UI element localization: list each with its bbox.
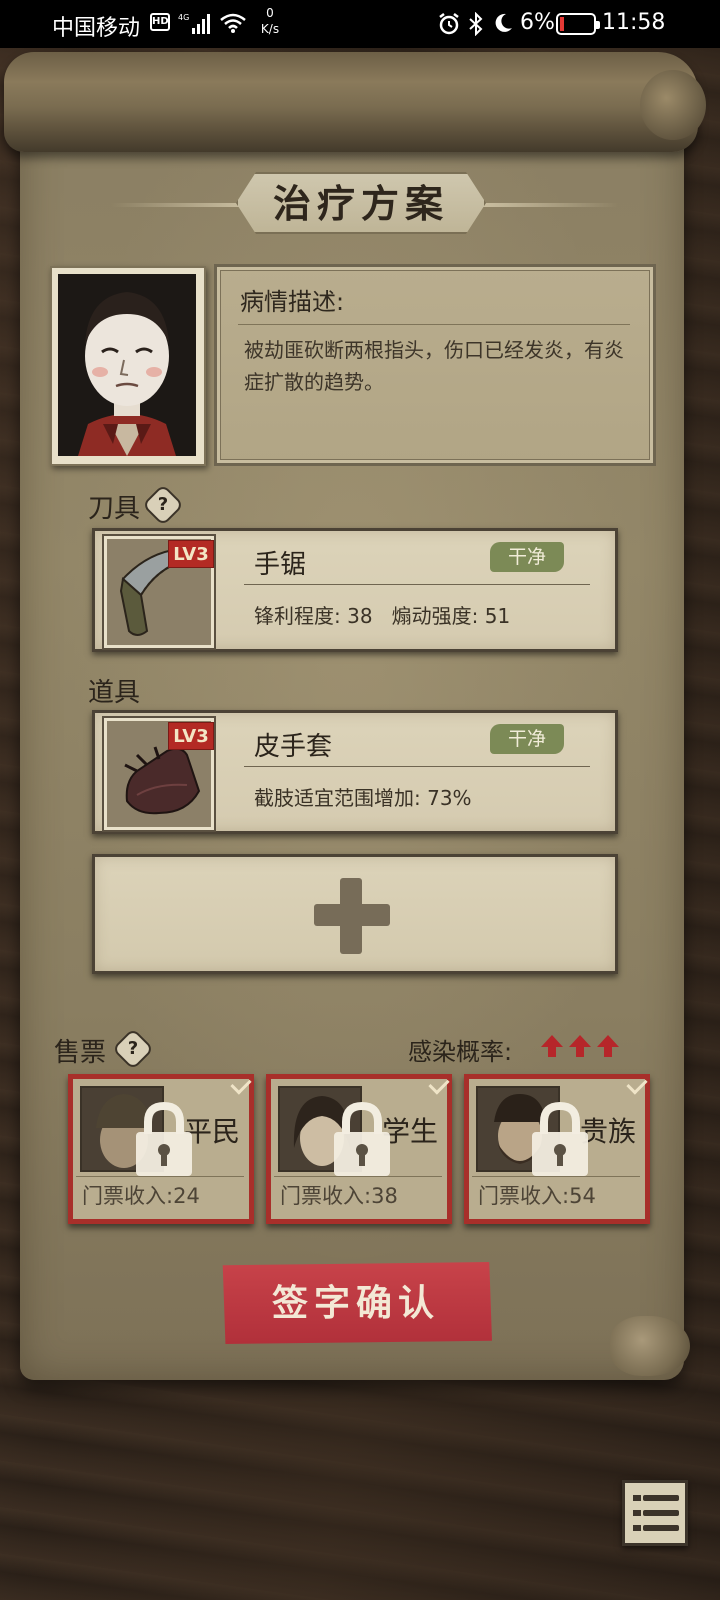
income-value: 24 bbox=[173, 1184, 200, 1208]
agitation-value: 51 bbox=[484, 604, 511, 628]
amputation-range-label: 截肢适宜范围增加: bbox=[254, 786, 421, 810]
title-ornament-right bbox=[470, 203, 618, 207]
infection-arrow-icon bbox=[541, 1035, 563, 1057]
signal-icon: 4G bbox=[178, 13, 210, 34]
tool-section-label: 刀具 bbox=[88, 494, 141, 524]
carrier-name: 中国移动 bbox=[52, 16, 141, 41]
tool-clean-tag: 干净 bbox=[490, 542, 564, 572]
menu-row-bullet bbox=[633, 1510, 641, 1516]
income-label: 门票收入: bbox=[478, 1184, 570, 1208]
lock-icon bbox=[136, 1101, 192, 1176]
menu-row bbox=[643, 1495, 679, 1501]
lock-icon bbox=[532, 1101, 588, 1176]
tickets-section-label: 售票 bbox=[54, 1038, 107, 1068]
income-label: 门票收入: bbox=[280, 1184, 372, 1208]
lock-icon bbox=[334, 1101, 390, 1176]
clock: 11:58 bbox=[602, 10, 666, 35]
prop-clean-tag: 干净 bbox=[490, 724, 564, 754]
alarm-icon bbox=[439, 13, 459, 35]
prop-name: 皮手套 bbox=[254, 732, 333, 762]
net-speed-unit: K/s bbox=[260, 22, 280, 36]
menu-row bbox=[643, 1510, 679, 1516]
infection-arrow-icon bbox=[597, 1035, 619, 1057]
battery-percent: 6% bbox=[520, 10, 555, 35]
patient-portrait bbox=[58, 274, 196, 456]
tool-help-icon[interactable]: ? bbox=[148, 490, 178, 520]
bluetooth-icon bbox=[469, 12, 483, 36]
menu-row bbox=[643, 1525, 679, 1531]
net-speed-value: 0 bbox=[266, 6, 274, 20]
menu-row-bullet bbox=[633, 1495, 641, 1501]
tool-name: 手锯 bbox=[254, 550, 307, 580]
scroll-curl bbox=[640, 70, 706, 140]
status-bar: 中国移动 HD 4G 0 K/s 6% 11:58 bbox=[0, 0, 720, 48]
prop-stats: 截肢适宜范围增加: 73% bbox=[254, 782, 472, 811]
plus-icon-bar[interactable] bbox=[314, 904, 390, 926]
prop-section-label: 道具 bbox=[88, 678, 141, 708]
moon-icon bbox=[495, 13, 512, 32]
infection-rate-label: 感染概率: bbox=[408, 1038, 513, 1066]
income-value: 54 bbox=[569, 1184, 596, 1208]
battery-icon bbox=[556, 13, 600, 35]
sharpness-label: 锋利程度: bbox=[254, 604, 341, 628]
tickets-help-icon[interactable]: ? bbox=[118, 1034, 148, 1064]
scroll-bottom-curl bbox=[610, 1316, 690, 1376]
network-type: 4G bbox=[178, 13, 189, 22]
ticket-student-income: 门票收入:38 bbox=[280, 1180, 398, 1210]
ticket-noble-income: 门票收入:54 bbox=[478, 1180, 596, 1210]
ticket-civilian-income: 门票收入:24 bbox=[82, 1180, 200, 1210]
agitation-label: 煽动强度: bbox=[391, 604, 479, 628]
tool-level-badge: LV3 bbox=[168, 540, 214, 568]
tool-stats: 锋利程度: 38 煽动强度: 51 bbox=[254, 600, 510, 629]
prop-divider bbox=[244, 766, 590, 767]
prop-level-badge: LV3 bbox=[168, 722, 214, 750]
sharpness-value: 38 bbox=[347, 604, 373, 628]
hd-icon: HD bbox=[150, 13, 170, 31]
income-label: 门票收入: bbox=[82, 1184, 174, 1208]
menu-list-icon[interactable] bbox=[622, 1480, 688, 1546]
infection-arrow-icon bbox=[569, 1035, 591, 1057]
sign-confirm-label[interactable]: 签字确认 bbox=[220, 1262, 492, 1344]
page-title: 治疗方案 bbox=[272, 181, 449, 226]
scroll-top-roll bbox=[4, 52, 698, 152]
income-value: 38 bbox=[371, 1184, 398, 1208]
net-speed: 0 K/s bbox=[256, 5, 284, 37]
wifi-icon bbox=[220, 13, 246, 33]
menu-row-bullet bbox=[633, 1525, 641, 1531]
tool-divider bbox=[244, 584, 590, 585]
condition-label: 病情描述: bbox=[240, 288, 345, 316]
amputation-range-value: 73% bbox=[427, 786, 472, 810]
condition-text: 被劫匪砍断两根指头，伤口已经发炎，有炎症扩散的趋势。 bbox=[244, 338, 624, 394]
condition-divider bbox=[238, 324, 630, 325]
